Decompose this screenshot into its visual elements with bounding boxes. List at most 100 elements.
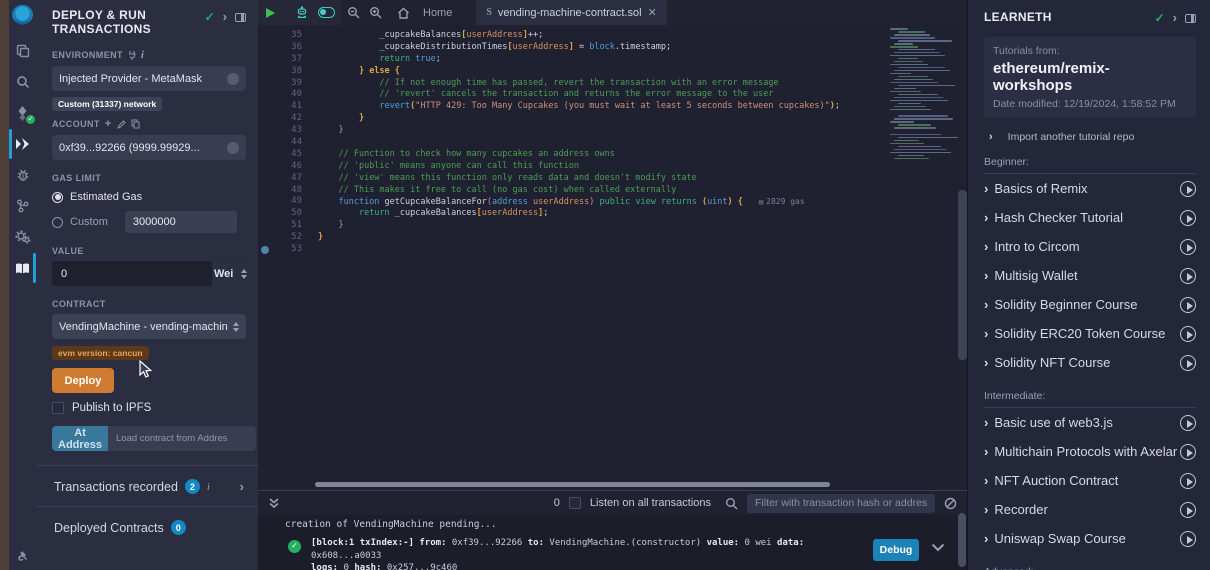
sidebar-item-plugin-connector[interactable] [9,546,36,562]
panel-pin-icon[interactable] [235,13,246,22]
environment-info-icon[interactable]: i [141,49,144,61]
publish-ipfs-checkbox[interactable] [52,402,64,414]
contract-select[interactable]: VendingMachine - vending-machin [52,314,246,339]
custom-gas-radio[interactable] [52,217,63,228]
sidebar-item-git[interactable] [9,198,36,214]
code-editor[interactable]: 35 _cupcakeBalances[userAddress]++;36 _c… [258,25,967,490]
transactions-expand-icon[interactable]: › [240,479,244,494]
debug-button[interactable]: Debug [873,539,919,561]
value-input[interactable] [52,261,212,286]
tutorial-item[interactable]: ›Recorder [984,495,1196,524]
play-tutorial-button[interactable] [1180,473,1196,489]
panel-collapse-icon[interactable]: › [223,12,227,22]
unit-spinner-icon[interactable] [241,269,247,279]
environment-select[interactable]: Injected Provider - MetaMask [52,66,246,91]
editor-vertical-scrollbar[interactable] [958,190,967,360]
breakpoint-dot[interactable] [261,246,269,254]
expand-tx-icon[interactable] [931,543,945,552]
code-lines[interactable]: 35 _cupcakeBalances[userAddress]++;36 _c… [258,25,967,490]
tutorial-item[interactable]: ›Solidity NFT Course [984,348,1196,377]
at-address-button[interactable]: At Address [52,426,108,451]
play-tutorial-button[interactable] [1180,355,1196,371]
terminal-scrollbar[interactable] [958,513,966,567]
sidebar-item-settings[interactable] [9,229,36,245]
transactions-recorded-row[interactable]: Transactions recorded 2 i › [52,466,246,494]
gutter-breakpoint-slot[interactable] [258,89,271,101]
zoom-out-icon[interactable] [347,6,360,19]
gutter-breakpoint-slot[interactable] [258,101,271,113]
play-tutorial-button[interactable] [1180,181,1196,197]
sidebar-item-solidity-compiler[interactable]: ✓ [9,105,36,121]
play-tutorial-button[interactable] [1180,531,1196,547]
play-tutorial-button[interactable] [1180,239,1196,255]
publish-ipfs-option[interactable]: Publish to IPFS [52,402,246,414]
gutter-breakpoint-slot[interactable] [258,173,271,185]
tutorial-item[interactable]: ›Solidity Beginner Course [984,290,1196,319]
gutter-breakpoint-slot[interactable] [258,30,271,42]
gutter-breakpoint-slot[interactable] [258,149,271,161]
remix-logo-icon[interactable] [10,3,35,28]
sidebar-item-learneth-plugin[interactable] [9,260,36,276]
transaction-filter-input[interactable] [747,494,935,513]
estimated-gas-option[interactable]: Estimated Gas [52,191,246,203]
gutter-breakpoint-slot[interactable] [258,208,271,220]
tutorial-item[interactable]: ›Hash Checker Tutorial [984,203,1196,232]
gutter-breakpoint-slot[interactable] [258,196,271,208]
environment-settings-icon[interactable] [227,73,239,85]
tutorial-item[interactable]: ›Basic use of web3.js [984,408,1196,437]
copy-icon[interactable] [131,119,140,129]
gutter-breakpoint-slot[interactable] [258,185,271,197]
copilot-toggle[interactable] [318,7,335,18]
play-tutorial-button[interactable] [1180,297,1196,313]
play-tutorial-button[interactable] [1180,502,1196,518]
ai-assistant-icon[interactable] [295,6,309,19]
play-tutorial-button[interactable] [1180,268,1196,284]
tutorial-item[interactable]: ›Solidity ERC20 Token Course [984,319,1196,348]
learneth-pin-icon[interactable] [1185,14,1196,23]
gutter-breakpoint-slot[interactable] [258,78,271,90]
editor-horizontal-scrollbar[interactable] [315,482,830,487]
gutter-breakpoint-slot[interactable] [258,244,271,256]
deployed-contracts-row[interactable]: Deployed Contracts 0 [52,507,246,535]
home-tab-label[interactable]: Home [423,7,452,19]
play-tutorial-button[interactable] [1180,210,1196,226]
gutter-breakpoint-slot[interactable] [258,161,271,173]
tab-close-icon[interactable]: ✕ [648,6,657,19]
play-tutorial-button[interactable] [1180,415,1196,431]
gutter-breakpoint-slot[interactable] [258,232,271,244]
clear-console-icon[interactable] [944,497,957,510]
gutter-breakpoint-slot[interactable] [258,42,271,54]
listen-all-checkbox[interactable] [569,497,581,509]
learneth-collapse-icon[interactable]: › [1173,13,1177,23]
tutorial-item[interactable]: ›Uniswap Swap Course [984,524,1196,553]
zoom-in-icon[interactable] [369,6,382,19]
gutter-breakpoint-slot[interactable] [258,137,271,149]
plug-mini-icon[interactable] [128,51,136,60]
tutorial-item[interactable]: ›Multisig Wallet [984,261,1196,290]
sidebar-item-debugger[interactable] [9,167,36,183]
home-icon[interactable] [397,7,410,19]
tutorial-item[interactable]: ›NFT Auction Contract [984,466,1196,495]
sidebar-item-deploy-and-run[interactable] [9,136,36,152]
editor-minimap[interactable] [890,28,956,161]
run-script-icon[interactable] [264,7,276,19]
transaction-log-row[interactable]: ✓ [block:1 txIndex:-] from: 0xf39...9226… [285,537,967,570]
sidebar-item-file-explorer[interactable] [9,43,36,59]
play-tutorial-button[interactable] [1180,444,1196,460]
gutter-breakpoint-slot[interactable] [258,66,271,78]
tutorial-item[interactable]: ›Multichain Protocols with Axelar [984,437,1196,466]
play-tutorial-button[interactable] [1180,326,1196,342]
add-account-icon[interactable]: + [105,118,112,130]
tutorial-item[interactable]: ›Intro to Circom [984,232,1196,261]
account-settings-icon[interactable] [227,142,239,154]
at-address-input[interactable] [108,426,256,451]
sidebar-item-search[interactable] [9,74,36,90]
terminal-search-icon[interactable] [725,497,738,510]
account-select[interactable]: 0xf39...92266 (9999.99929... [52,135,246,160]
value-unit-select[interactable]: Wei [214,261,247,286]
custom-gas-option[interactable]: Custom [52,211,246,233]
editor-tab[interactable]: S vending-machine-contract.sol ✕ [476,0,666,25]
transactions-info-icon[interactable]: i [207,481,210,493]
import-tutorial-row[interactable]: › Import another tutorial repo [984,131,1196,143]
gutter-breakpoint-slot[interactable] [258,125,271,137]
